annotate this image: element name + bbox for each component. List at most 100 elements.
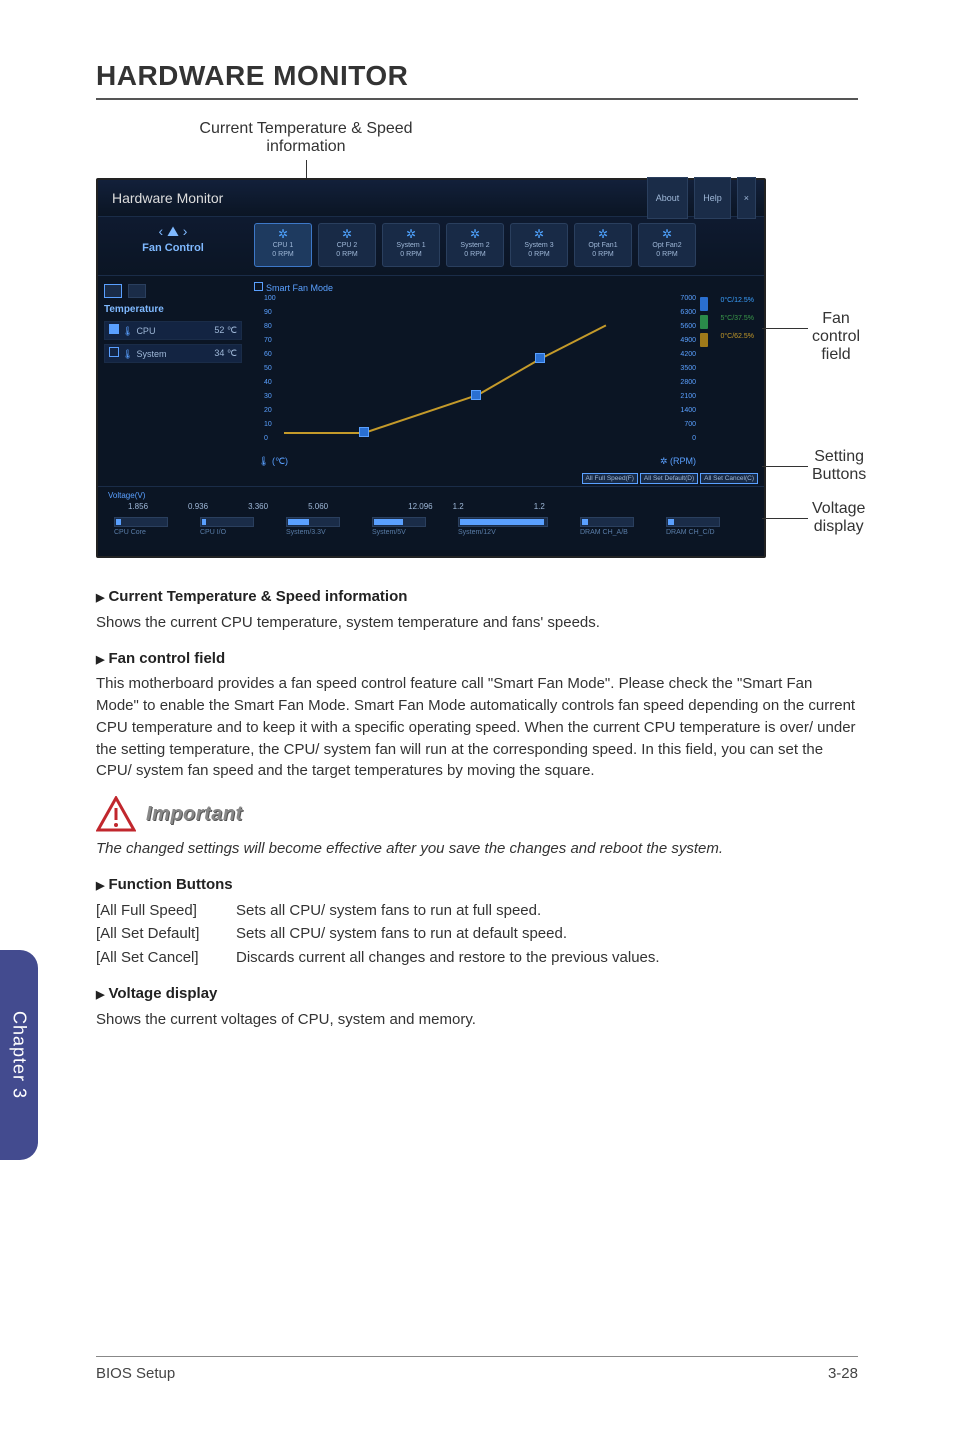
fan-tab-label: CPU 1: [255, 242, 311, 249]
all-full-speed-button[interactable]: All Full Speed(F): [582, 473, 638, 484]
fan-tab-label: System 3: [511, 242, 567, 249]
curve-segment: [364, 395, 477, 434]
fan-tab-sys1[interactable]: ✲System 10 RPM: [382, 223, 440, 267]
fan-tab-rpm: 0 RPM: [447, 251, 503, 258]
fan-tab-sys3[interactable]: ✲System 3 0 RPM: [510, 223, 568, 267]
y-tick: 90: [264, 309, 272, 316]
section-body-voltage-display: Shows the current voltages of CPU, syste…: [96, 1009, 858, 1031]
voltage-heading: Voltage(V): [108, 491, 754, 500]
y-tick: 0: [264, 435, 268, 442]
voltage-channel: CPU Core: [114, 517, 168, 536]
callout-text: Voltage: [812, 500, 865, 517]
fan-icon: ✲: [639, 227, 695, 241]
callout-text: Fan: [822, 310, 850, 327]
y2-tick: 2100: [680, 393, 696, 400]
fan-tabs: ✲CPU 10 RPM ✲CPU 20 RPM ✲System 10 RPM ✲…: [248, 217, 764, 267]
voltage-value: 3.360: [248, 502, 268, 511]
curve-handle[interactable]: [359, 427, 369, 437]
voltage-channel-label: System/5V: [372, 529, 426, 536]
caption-pointer: [306, 160, 307, 178]
fan-icon: ✲: [511, 227, 567, 241]
pct-bar: [700, 315, 708, 329]
all-set-cancel-button[interactable]: All Set Cancel(C): [700, 473, 758, 484]
fn-key: [All Set Default]: [96, 923, 236, 945]
curve-handle[interactable]: [471, 390, 481, 400]
table-row: [All Set Cancel]Discards current all cha…: [96, 947, 858, 969]
checkbox-icon[interactable]: [109, 347, 119, 357]
voltage-channel-label: DRAM CH_A/B: [580, 529, 634, 536]
y2-tick: 2800: [680, 379, 696, 386]
warning-triangle-icon: [96, 796, 136, 832]
chapter-label: Chapter 3: [9, 1011, 30, 1099]
smart-fan-checkbox[interactable]: [254, 282, 263, 291]
smart-fan-label: Smart Fan Mode: [266, 283, 333, 293]
fan-tab-rpm: 0 RPM: [639, 251, 695, 258]
callout-text: display: [814, 518, 864, 535]
fan-tab-opt1[interactable]: ✲Opt Fan10 RPM: [574, 223, 632, 267]
fn-desc: Sets all CPU/ system fans to run at full…: [236, 900, 541, 922]
chapter-side-tab: Chapter 3: [0, 950, 38, 1160]
temp-row-system[interactable]: 🌡System 34 ℃: [104, 344, 242, 363]
fan-icon: ✲: [575, 227, 631, 241]
voltage-value: 1.2: [534, 502, 545, 511]
about-button[interactable]: About: [647, 177, 689, 219]
fan-tab-cpu2[interactable]: ✲CPU 20 RPM: [318, 223, 376, 267]
y2-tick: 4900: [680, 337, 696, 344]
fan-tab-rpm: 0 RPM: [511, 251, 567, 258]
y-tick: 60: [264, 351, 272, 358]
fan-tab-label: System 1: [383, 242, 439, 249]
section-heading-voltage-display: ▶Voltage display: [96, 983, 858, 1005]
y-tick: 20: [264, 407, 272, 414]
voltage-channel: System/12V: [458, 517, 548, 536]
checkbox-icon[interactable]: [109, 324, 119, 334]
voltage-values-row: 1.856 0.936 3.360 5.060 12.096 1.2 1.2: [128, 502, 754, 511]
page-title: HARDWARE MONITOR: [96, 60, 858, 100]
window-title: Hardware Monitor: [112, 180, 223, 216]
fan-icon: ✲: [319, 227, 375, 241]
fan-control-arrow: ‹ ⛰ ›: [98, 223, 248, 240]
x-axis-label: 🌡 (℃): [258, 456, 288, 467]
all-set-default-button[interactable]: All Set Default(D): [640, 473, 698, 484]
titlebar: Hardware Monitor About Help ×: [98, 180, 764, 216]
callout-line: [762, 518, 808, 519]
voltage-channel: DRAM CH_C/D: [666, 517, 720, 536]
fn-desc: Sets all CPU/ system fans to run at defa…: [236, 923, 567, 945]
fan-curve[interactable]: [284, 301, 604, 451]
callout-line: [762, 328, 808, 329]
section-heading-function-buttons: ▶Function Buttons: [96, 874, 858, 896]
voltage-panel: Voltage(V) 1.856 0.936 3.360 5.060 12.09…: [98, 486, 764, 550]
fan-tab-label: System 2: [447, 242, 503, 249]
fan-icon: ✲: [255, 227, 311, 241]
y2-tick: 0: [692, 435, 696, 442]
fan-tab-cpu1[interactable]: ✲CPU 1 0 RPM: [254, 223, 312, 267]
fan-tab-opt2[interactable]: ✲Opt Fan20 RPM: [638, 223, 696, 267]
voltage-value: 0.936: [188, 502, 208, 511]
fan-tab-rpm: 0 RPM: [255, 251, 311, 258]
fan-control-icon: ⛰: [167, 223, 179, 240]
temp-row-name: System: [136, 349, 166, 359]
table-row: [All Full Speed]Sets all CPU/ system fan…: [96, 900, 858, 922]
y-tick: 40: [264, 379, 272, 386]
fan-tab-rpm: 0 RPM: [383, 251, 439, 258]
fn-desc: Discards current all changes and restore…: [236, 947, 660, 969]
fan-tabs-strip: ‹ ⛰ › Fan Control ✲CPU 10 RPM ✲CPU 20 RP…: [98, 216, 764, 276]
voltage-channel-label: System/3.3V: [286, 529, 340, 536]
caption-top: Current Temperature & Speed information: [156, 120, 456, 156]
y2-tick: 7000: [680, 295, 696, 302]
caption-top-l2: information: [156, 138, 456, 156]
fan-tab-sys2[interactable]: ✲System 2 0 RPM: [446, 223, 504, 267]
pct-label: 5°C/37.5%: [720, 315, 754, 322]
important-callout: Important: [96, 796, 858, 832]
callout-text: Buttons: [812, 466, 866, 483]
fan-icon: ✲: [447, 227, 503, 241]
y2-tick: 3500: [680, 365, 696, 372]
side-view-icons: [104, 284, 242, 298]
temp-row-cpu[interactable]: 🌡CPU 52 ℃: [104, 321, 242, 340]
close-button[interactable]: ×: [737, 177, 756, 219]
curve-handle[interactable]: [535, 353, 545, 363]
help-button[interactable]: Help: [694, 177, 731, 219]
fan-curve-chart: Smart Fan Mode 100 90 80 70 60 50 40 30 …: [248, 276, 764, 486]
section-body-temp-speed: Shows the current CPU temperature, syste…: [96, 612, 858, 634]
side-icon-chart[interactable]: [104, 284, 122, 298]
side-icon-graph[interactable]: [128, 284, 146, 298]
